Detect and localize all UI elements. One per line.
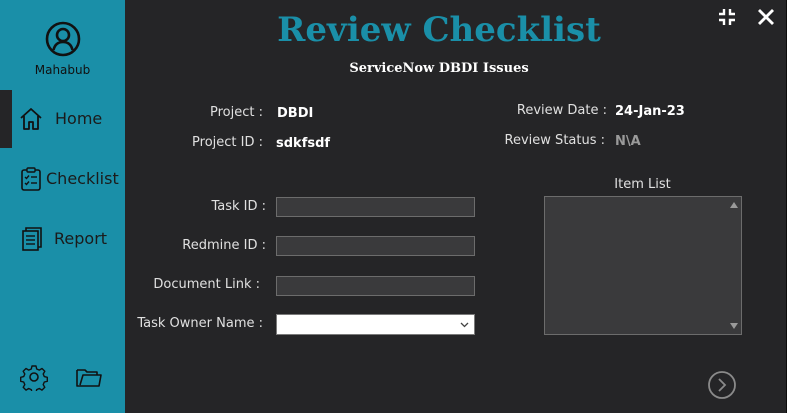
user-circle-icon[interactable] bbox=[45, 21, 81, 57]
review-date-label: Review Date : bbox=[516, 103, 607, 118]
review-status-value: N\A bbox=[615, 134, 641, 149]
sidebar-item-label: Checklist bbox=[46, 169, 119, 188]
document-icon bbox=[22, 227, 42, 251]
task-id-label: Task ID : bbox=[211, 199, 266, 214]
sidebar-item-report[interactable]: Report bbox=[0, 210, 125, 268]
listbox-scrollbar[interactable] bbox=[727, 197, 741, 334]
next-button[interactable] bbox=[707, 370, 737, 400]
project-label: Project : bbox=[210, 105, 263, 120]
sidebar-item-label: Home bbox=[55, 109, 103, 128]
task-id-input[interactable] bbox=[276, 197, 475, 217]
scroll-up-icon[interactable] bbox=[730, 202, 738, 208]
close-icon[interactable] bbox=[755, 6, 777, 28]
user-name: Mahabub bbox=[34, 63, 91, 77]
app-window: Mahabub Home Checklist Report Review Che… bbox=[0, 0, 787, 413]
sidebar: Mahabub Home Checklist Report bbox=[0, 0, 125, 413]
folder-icon[interactable] bbox=[75, 363, 103, 391]
chevron-down-icon bbox=[460, 322, 469, 328]
page-subtitle: ServiceNow DBDI Issues bbox=[349, 61, 529, 76]
redmine-id-label: Redmine ID : bbox=[182, 238, 266, 253]
project-id-label: Project ID : bbox=[192, 135, 263, 150]
redmine-id-input[interactable] bbox=[276, 236, 475, 256]
sidebar-item-checklist[interactable]: Checklist bbox=[0, 150, 125, 208]
home-icon bbox=[20, 108, 42, 130]
gear-icon[interactable] bbox=[20, 363, 48, 391]
sidebar-item-label: Report bbox=[54, 229, 108, 248]
project-id-value: sdkfsdf bbox=[276, 136, 331, 151]
task-owner-select[interactable] bbox=[276, 314, 475, 335]
review-status-label: Review Status : bbox=[504, 133, 605, 148]
sidebar-item-home[interactable]: Home bbox=[0, 90, 125, 148]
item-listbox[interactable] bbox=[544, 196, 742, 335]
active-indicator bbox=[0, 90, 12, 148]
item-list-title: Item List bbox=[614, 177, 671, 192]
scroll-down-icon[interactable] bbox=[730, 323, 738, 329]
clipboard-icon bbox=[21, 167, 41, 191]
document-link-input[interactable] bbox=[276, 276, 475, 296]
task-owner-label: Task Owner Name : bbox=[137, 316, 263, 331]
page-title: Review Checklist bbox=[277, 10, 601, 50]
project-value: DBDI bbox=[277, 106, 314, 121]
review-date-value: 24-Jan-23 bbox=[615, 104, 685, 119]
document-link-label: Document Link : bbox=[153, 277, 260, 292]
